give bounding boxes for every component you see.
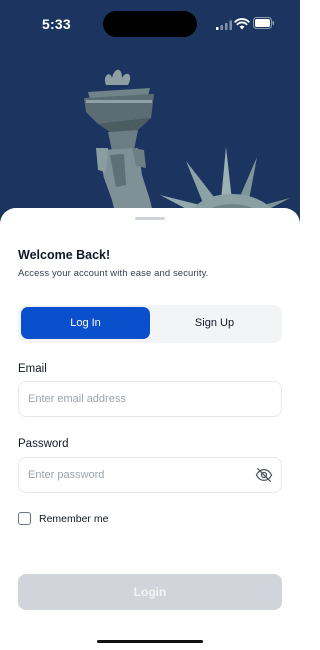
login-button[interactable]: Login — [18, 574, 282, 610]
email-label: Email — [18, 363, 47, 375]
wifi-icon — [234, 18, 250, 30]
tab-log-in[interactable]: Log In — [21, 307, 150, 339]
cellular-signal-icon — [216, 20, 232, 30]
password-label: Password — [18, 438, 69, 450]
tab-sign-up[interactable]: Sign Up — [150, 307, 279, 339]
hero-banner: 5:33 — [0, 0, 300, 225]
sheet-grabber[interactable] — [135, 217, 165, 220]
email-field-container — [18, 381, 282, 417]
email-field[interactable] — [28, 382, 248, 416]
eye-off-icon[interactable] — [255, 467, 273, 483]
auth-tab-switcher: Log In Sign Up — [18, 305, 282, 343]
status-time: 5:33 — [42, 16, 71, 32]
home-indicator[interactable] — [97, 640, 203, 643]
password-field[interactable] — [28, 458, 248, 492]
page-title: Welcome Back! — [18, 248, 111, 262]
page-subtitle: Access your account with ease and securi… — [18, 268, 209, 279]
password-field-container — [18, 457, 282, 493]
remember-me-checkbox[interactable] — [18, 512, 31, 525]
dynamic-island — [103, 11, 197, 37]
battery-icon — [253, 17, 275, 29]
login-sheet: Welcome Back! Access your account with e… — [0, 208, 300, 650]
remember-me-label: Remember me — [39, 513, 109, 525]
status-bar: 5:33 — [0, 0, 300, 46]
